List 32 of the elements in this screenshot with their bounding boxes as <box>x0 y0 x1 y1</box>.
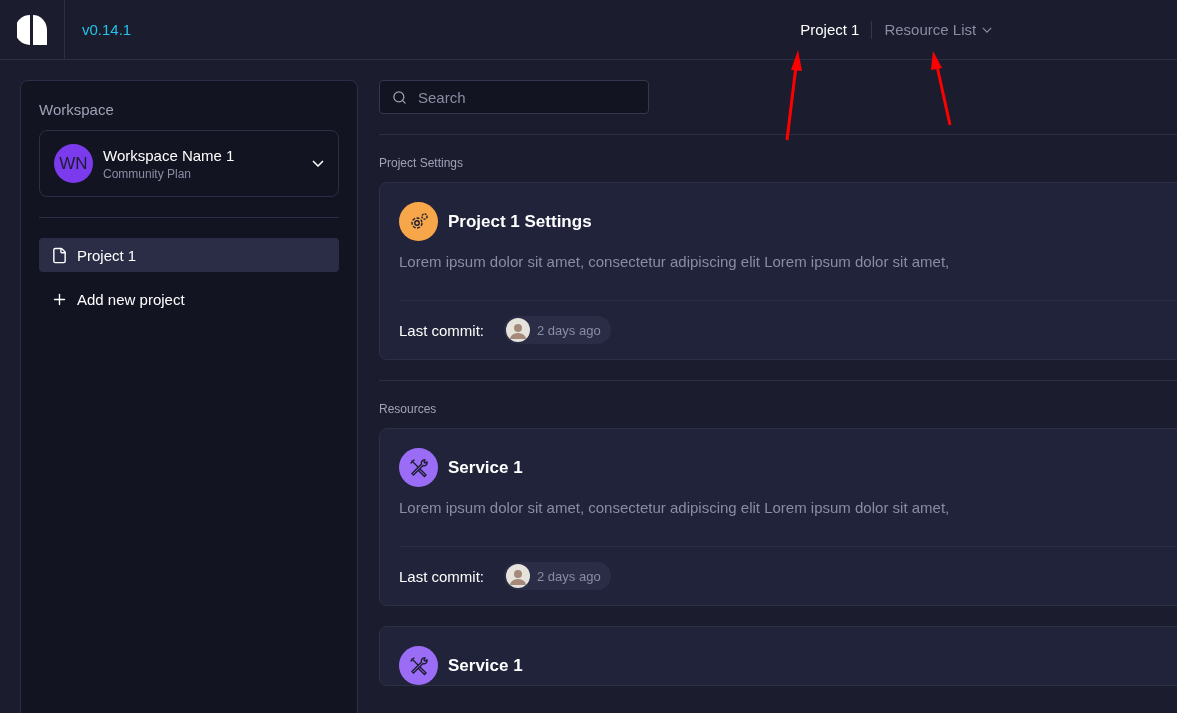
card-description: Lorem ipsum dolor sit amet, consectetur adipiscing elit Lorem ipsum dolor sit amet, <box>399 253 951 270</box>
breadcrumb-link[interactable]: Resource List <box>872 21 1005 38</box>
workspace-plan: Community Plan <box>103 166 193 181</box>
card-title: Service 1 <box>448 655 523 676</box>
card-title: Service 1 <box>448 457 523 478</box>
commit-label: Last commit: <box>399 321 485 339</box>
section-title: Project Settings <box>379 156 465 170</box>
version-label: v0.14.1 <box>82 21 132 38</box>
user-avatar-icon <box>506 564 531 588</box>
workspace-name: Workspace Name 1 <box>103 146 236 164</box>
chevron-down-icon <box>312 160 324 167</box>
card-description: Lorem ipsum dolor sit amet, consectetur adipiscing elit Lorem ipsum dolor sit amet, <box>399 499 951 516</box>
breadcrumb-link[interactable]: Project 1 <box>788 21 872 38</box>
user-avatar-icon <box>506 318 531 342</box>
file-icon <box>51 246 68 264</box>
sidebar-item[interactable]: Project 1 <box>39 238 339 272</box>
logo-icon <box>17 14 47 45</box>
chevron-down-icon <box>982 26 993 33</box>
commit-time: 2 days ago <box>537 568 601 584</box>
workspace-avatar: WN <box>54 144 93 183</box>
section-title: Resources <box>379 402 438 416</box>
workspace-selector[interactable]: WN Workspace Name 1 Community Plan <box>39 130 339 197</box>
resource-card[interactable]: Project 1 Settings Lorem ipsum dolor sit amet, consectetur adipiscing elit Lorem ipsum dolor sit amet, Last commit: 2 days ago <box>379 182 1177 360</box>
card-title: Project 1 Settings <box>448 211 592 232</box>
search-icon <box>392 90 407 105</box>
commit-time: 2 days ago <box>537 322 601 338</box>
resource-card[interactable]: Service 1 Lorem ipsum dolor sit amet, consectetur adipiscing elit Lorem ipsum dolor sit amet, Last commit: 2 days ago <box>379 428 1177 606</box>
resource-card[interactable]: Service 1 <box>379 626 1177 686</box>
sidebar-title: Workspace <box>39 101 115 118</box>
commit-label: Last commit: <box>399 567 485 585</box>
sidebar-item[interactable]: Add new project <box>39 282 339 316</box>
search-field[interactable]: Search <box>379 80 649 114</box>
